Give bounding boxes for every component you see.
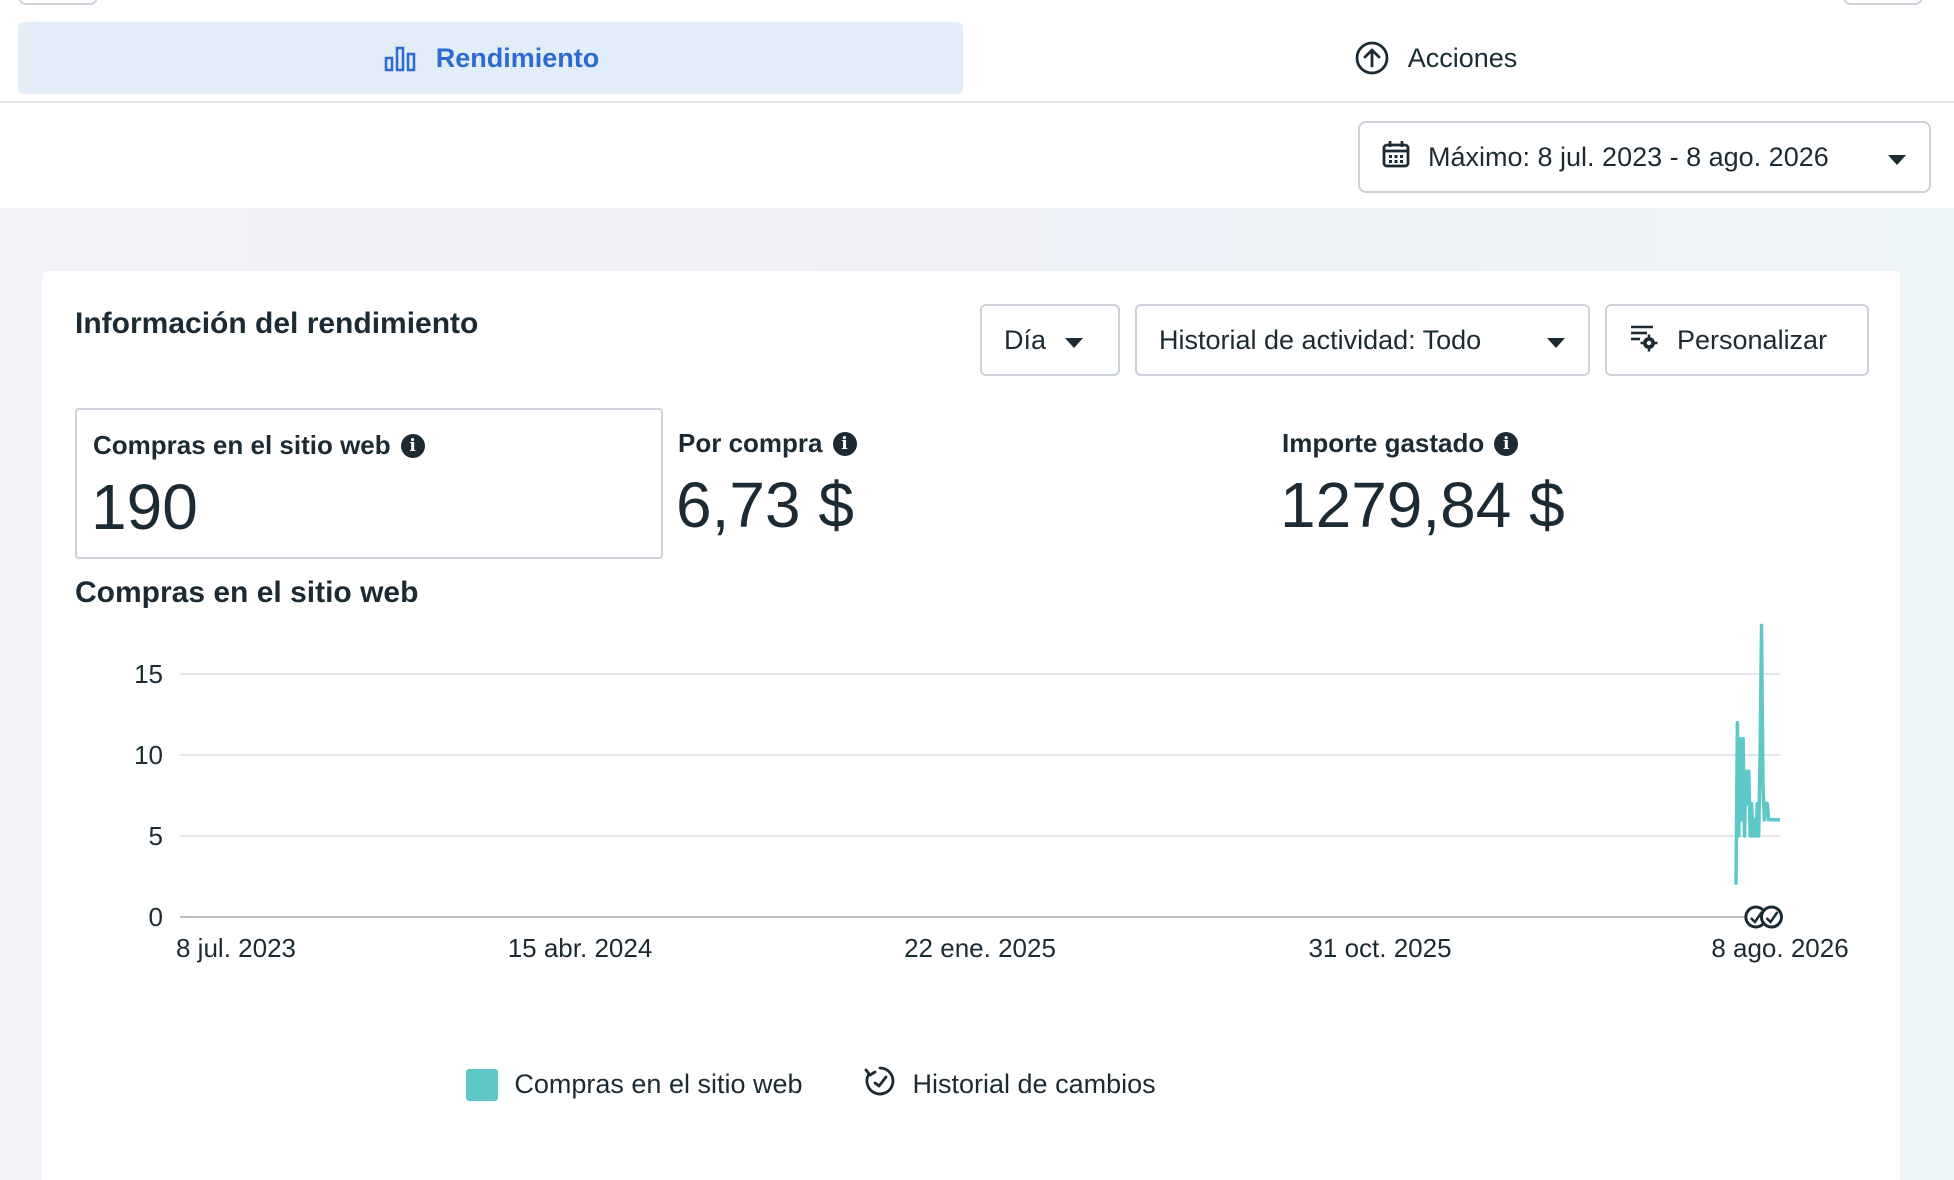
performance-card: Información del rendimiento Día Historia… — [42, 271, 1900, 1180]
x-tick-label: 31 oct. 2025 — [1308, 933, 1451, 963]
metric-value: 6,73 $ — [676, 469, 854, 541]
metric-label: Por compra — [678, 428, 823, 458]
tab-rendimiento[interactable]: Rendimiento — [18, 22, 963, 94]
legend-label: Compras en el sitio web — [514, 1069, 803, 1099]
metric-amount-spent[interactable]: Importe gastado i 1279,84 $ — [1280, 408, 1842, 559]
metric-label: Compras en el sitio web — [93, 430, 391, 460]
arrow-up-circle-icon — [1354, 40, 1390, 76]
activity-history-dropdown[interactable]: Historial de actividad: Todo — [1135, 304, 1590, 376]
y-tick-label: 15 — [134, 659, 163, 689]
calendar-icon — [1382, 140, 1410, 175]
x-tick-label: 22 ene. 2025 — [904, 933, 1056, 963]
customize-label: Personalizar — [1677, 324, 1828, 355]
x-tick-label: 8 ago. 2026 — [1711, 933, 1848, 963]
tab-label: Rendimiento — [435, 42, 600, 73]
tab-label: Acciones — [1407, 42, 1518, 73]
metric-label: Importe gastado — [1282, 428, 1485, 458]
info-icon[interactable]: i — [1494, 431, 1519, 456]
metric-website-purchases[interactable]: Compras en el sitio web i 190 — [75, 408, 663, 559]
metric-cost-per-purchase[interactable]: Por compra i 6,73 $ — [676, 408, 1238, 559]
filter-settings-icon — [1629, 322, 1659, 359]
history-icon — [863, 1064, 897, 1105]
metric-value: 1279,84 $ — [1280, 469, 1565, 541]
caret-down-icon — [1887, 142, 1907, 173]
caret-down-icon — [1546, 325, 1566, 356]
activity-history-label: Historial de actividad: Todo — [1159, 324, 1482, 355]
info-icon[interactable]: i — [832, 431, 857, 456]
chart-legend: Compras en el sitio web Historial de cam… — [42, 1064, 1900, 1105]
tab-bar: Rendimiento Acciones — [0, 0, 1954, 103]
metric-value: 190 — [91, 471, 198, 543]
toolbar: Máximo: 8 jul. 2023 - 8 ago. 2026 — [0, 105, 1954, 208]
x-tick-label: 15 abr. 2024 — [508, 933, 653, 963]
customize-button[interactable]: Personalizar — [1605, 304, 1869, 376]
x-tick-label: 8 jul. 2023 — [176, 933, 296, 963]
info-icon[interactable]: i — [400, 433, 425, 458]
chart-title: Compras en el sitio web — [75, 576, 419, 609]
tab-acciones[interactable]: Acciones — [963, 22, 1908, 94]
line-chart: 051015208 jul. 202315 abr. 202422 ene. 2… — [134, 623, 1849, 963]
legend-item-history[interactable]: Historial de cambios — [863, 1064, 1156, 1105]
legend-swatch — [466, 1068, 499, 1101]
date-range-button[interactable]: Máximo: 8 jul. 2023 - 8 ago. 2026 — [1358, 121, 1931, 193]
card-title: Información del rendimiento — [75, 307, 479, 340]
y-tick-label: 0 — [149, 902, 163, 932]
granularity-label: Día — [1004, 324, 1047, 355]
date-range-label: Máximo: 8 jul. 2023 - 8 ago. 2026 — [1428, 141, 1829, 172]
change-marker — [1759, 905, 1783, 929]
y-tick-label: 10 — [134, 740, 163, 770]
granularity-dropdown[interactable]: Día — [980, 304, 1120, 376]
y-tick-label: 5 — [149, 821, 163, 851]
legend-label: Historial de cambios — [912, 1069, 1156, 1099]
caret-down-icon — [1064, 325, 1084, 356]
legend-item-series[interactable]: Compras en el sitio web — [466, 1064, 803, 1105]
bar-chart-icon — [382, 40, 418, 76]
